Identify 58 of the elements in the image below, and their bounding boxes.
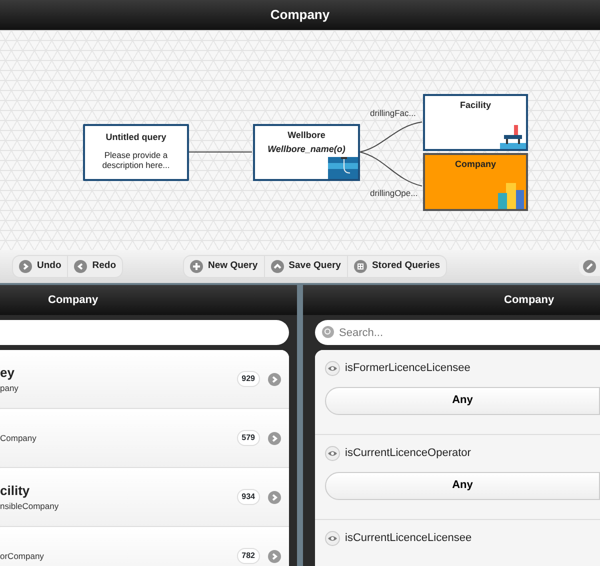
- search-field[interactable]: Search...: [315, 320, 600, 345]
- entity-node[interactable]: Wellbore Wellbore_name(o): [253, 124, 360, 181]
- toolbar-button[interactable]: Undo: [13, 256, 68, 277]
- edge-label: drillingFac...: [370, 107, 416, 120]
- edge-label: drillingOpe...: [370, 187, 418, 200]
- eye-icon[interactable]: [325, 530, 340, 546]
- search-icon: [322, 326, 334, 338]
- edit-button[interactable]: [579, 257, 600, 276]
- toolbar-button[interactable]: Save Query: [264, 256, 347, 277]
- grid-icon: [354, 260, 367, 273]
- item-subtitle: nsibleCompany: [0, 500, 60, 514]
- undo-icon: [19, 260, 32, 273]
- node-title: Facility: [460, 99, 491, 112]
- item-subtitle: orCompany: [0, 550, 45, 562]
- chevron-up-icon: [270, 260, 284, 273]
- redo-icon: [74, 260, 88, 273]
- entity-node[interactable]: Company: [423, 153, 528, 211]
- count-badge: 579: [236, 430, 260, 446]
- node-subtitle: Wellbore_name(o): [266, 142, 346, 156]
- node-title: Wellbore: [288, 129, 326, 142]
- toolbar-button[interactable]: Redo: [67, 256, 122, 277]
- list-item[interactable]: ey pany 929: [0, 350, 289, 409]
- chevron-right-icon: [268, 550, 281, 562]
- panel-title: Company: [303, 285, 600, 315]
- property-name: isCurrentLicenceOperator: [345, 446, 471, 461]
- window-title: Company: [0, 0, 600, 30]
- eye-icon[interactable]: [325, 446, 340, 461]
- item-subtitle: pany: [0, 382, 20, 396]
- count-badge: 929: [236, 371, 260, 387]
- query-node[interactable]: Untitled query Please provide a description here...: [83, 124, 189, 181]
- node-title: Untitled query: [106, 131, 166, 144]
- property-name: isCurrentLicenceLicensee: [345, 531, 472, 546]
- item-subtitle: Company: [0, 432, 38, 444]
- pencil-icon: [583, 260, 596, 273]
- plus-icon: [190, 260, 204, 273]
- node-description: Please provide a description here...: [101, 150, 171, 170]
- buildings-icon: [496, 181, 526, 209]
- search-field[interactable]: [0, 320, 289, 345]
- panel-title: Company: [0, 285, 297, 315]
- toolbar-button[interactable]: New Query: [184, 256, 264, 277]
- property-name: isFormerLicenceLicensee: [345, 361, 470, 376]
- node-title: Company: [454, 158, 496, 171]
- value-button[interactable]: Any: [325, 386, 600, 414]
- oil-rig-icon: [500, 123, 526, 149]
- eye-icon[interactable]: [325, 360, 340, 376]
- value-button[interactable]: Any: [325, 472, 600, 500]
- chevron-right-icon: [268, 372, 281, 386]
- item-title: ey: [0, 364, 16, 382]
- item-title: cility: [0, 482, 31, 500]
- entity-node[interactable]: Facility: [423, 94, 528, 151]
- wellbore-icon: [328, 157, 358, 179]
- toolbar-button[interactable]: Stored Queries: [346, 256, 446, 277]
- count-badge: 782: [236, 548, 260, 564]
- connector-line: [360, 122, 422, 152]
- chevron-right-icon: [268, 432, 281, 444]
- count-badge: 934: [236, 489, 260, 505]
- chevron-right-icon: [268, 490, 281, 504]
- connector-line: [360, 152, 422, 186]
